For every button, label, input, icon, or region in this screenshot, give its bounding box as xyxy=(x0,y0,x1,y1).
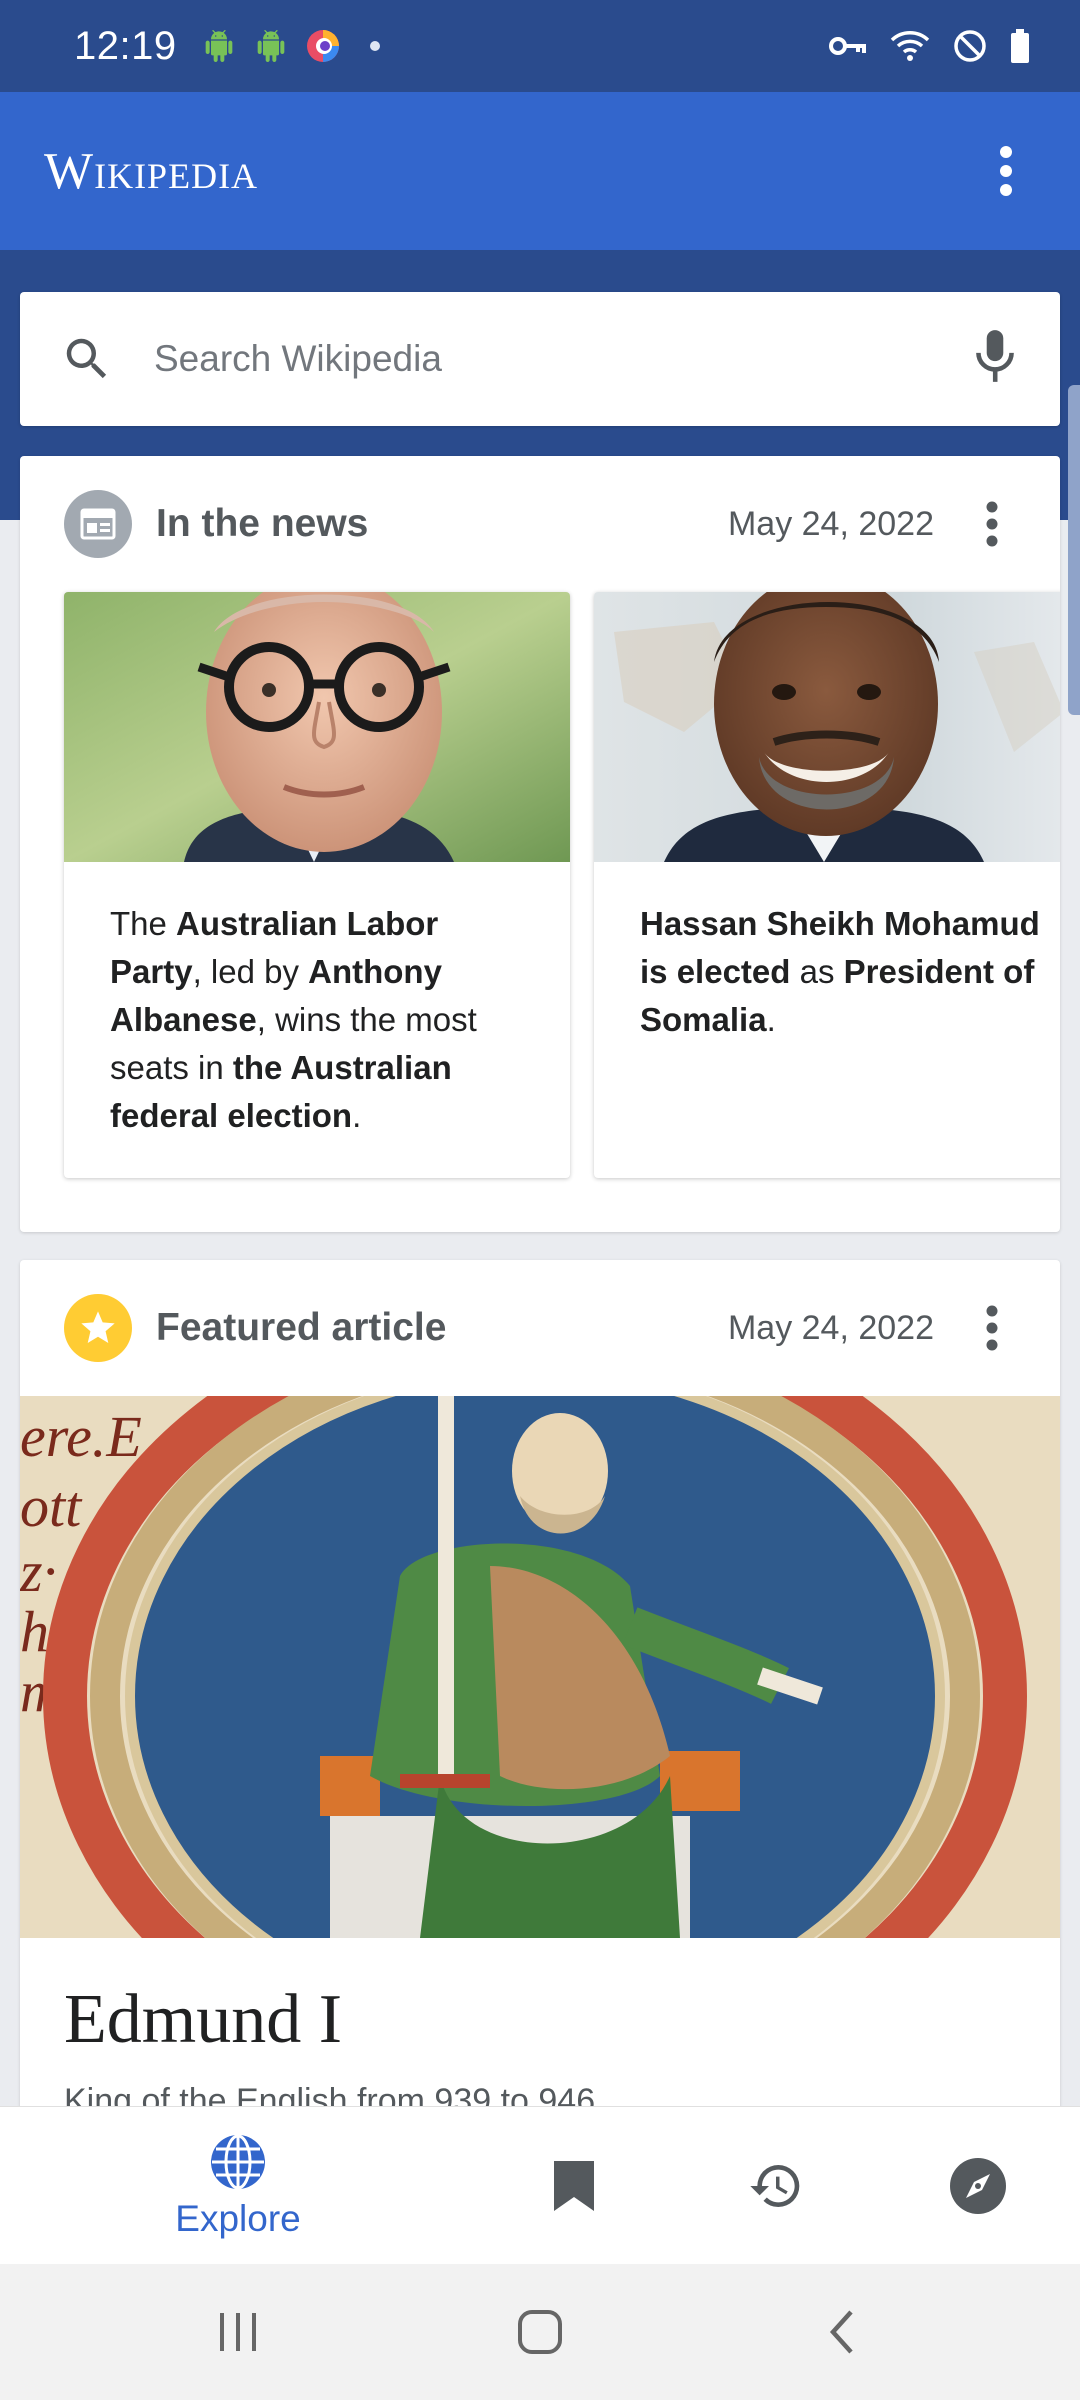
featured-card-title: Featured article xyxy=(156,1306,447,1349)
history-icon xyxy=(750,2165,800,2207)
overflow-menu-icon xyxy=(986,1305,998,1351)
wifi-icon xyxy=(888,28,932,64)
overflow-menu-button[interactable] xyxy=(976,141,1036,201)
android-icon xyxy=(201,28,237,64)
news-item-text[interactable]: Hassan Sheikh Mohamud is elected as Pres… xyxy=(594,862,1060,1082)
svg-text:h: h xyxy=(20,1599,49,1664)
firefox-focus-icon xyxy=(305,28,341,64)
recent-apps-icon xyxy=(220,2313,256,2351)
news-card: In the news May 24, 2022 The Australian … xyxy=(20,456,1060,1232)
news-card-date: May 24, 2022 xyxy=(727,504,934,543)
featured-card-menu-button[interactable] xyxy=(964,1300,1020,1356)
featured-card-header: Featured article May 24, 2022 xyxy=(20,1260,1060,1396)
nav-explore[interactable]: Explore xyxy=(150,2107,326,2265)
featured-card-date: May 24, 2022 xyxy=(727,1308,934,1347)
nav-explore-label: Explore xyxy=(175,2198,301,2239)
news-item-text[interactable]: The Australian Labor Party, led by Antho… xyxy=(64,862,570,1178)
news-text-segment: . xyxy=(766,1001,776,1038)
news-card-title: In the news xyxy=(156,502,369,545)
vpn-key-icon xyxy=(828,28,868,64)
search-icon xyxy=(66,338,107,379)
featured-article-image[interactable]: ere.E ott z· h m xyxy=(20,1396,1060,1938)
nav-saved[interactable] xyxy=(514,2107,634,2265)
status-time: 12:19 xyxy=(74,23,177,68)
news-photo-albanese[interactable] xyxy=(64,592,570,862)
news-carousel[interactable]: The Australian Labor Party, led by Antho… xyxy=(20,592,1060,1192)
featured-article-card[interactable]: Featured article May 24, 2022 ere.E ott … xyxy=(20,1260,1060,2120)
nav-history[interactable] xyxy=(716,2107,836,2265)
overflow-menu-icon xyxy=(986,501,998,547)
android-icon xyxy=(253,28,289,64)
search-bar[interactable]: Search Wikipedia xyxy=(20,292,1060,426)
dot-icon xyxy=(357,28,393,64)
bottom-navigation: Explore xyxy=(0,2106,1080,2264)
featured-article-title[interactable]: Edmund I xyxy=(20,1938,1060,2060)
system-navigation-bar xyxy=(0,2264,1080,2400)
bookmark-icon xyxy=(554,2161,594,2211)
voice-search-button[interactable] xyxy=(970,328,1020,391)
news-icon xyxy=(64,490,132,558)
news-item[interactable]: The Australian Labor Party, led by Antho… xyxy=(64,592,570,1178)
globe-icon xyxy=(211,2134,265,2190)
app-bar: Wikipedia xyxy=(0,92,1080,250)
system-status-icons xyxy=(828,28,1032,64)
news-card-menu-button[interactable] xyxy=(964,496,1020,552)
nav-nearby[interactable] xyxy=(918,2107,1038,2265)
news-photo-mohamud[interactable] xyxy=(594,592,1060,862)
status-bar: 12:19 xyxy=(0,0,1080,92)
scrollbar[interactable] xyxy=(1068,385,1080,715)
home-icon xyxy=(518,2310,562,2354)
svg-text:ere.E: ere.E xyxy=(20,1404,142,1469)
microphone-icon xyxy=(976,329,1014,382)
back-icon xyxy=(829,2310,853,2354)
news-text-segment: . xyxy=(352,1097,362,1134)
svg-text:ott: ott xyxy=(20,1474,83,1539)
compass-icon xyxy=(950,2158,1006,2214)
recent-apps-button[interactable] xyxy=(178,2264,298,2400)
news-item[interactable]: Hassan Sheikh Mohamud is elected as Pres… xyxy=(594,592,1060,1178)
wikipedia-logo: Wikipedia xyxy=(44,142,259,200)
overflow-menu-icon xyxy=(1000,146,1012,196)
battery-icon xyxy=(1008,28,1032,64)
search-input[interactable]: Search Wikipedia xyxy=(154,338,442,380)
news-text-segment: The xyxy=(110,905,177,942)
home-button[interactable] xyxy=(480,2264,600,2400)
notification-icons xyxy=(201,28,393,64)
news-text-segment: , led by xyxy=(192,953,309,990)
news-text-segment: as xyxy=(790,953,844,990)
do-not-disturb-icon xyxy=(952,28,988,64)
back-button[interactable] xyxy=(782,2264,902,2400)
svg-text:z·: z· xyxy=(20,1539,57,1604)
star-icon xyxy=(64,1294,132,1362)
news-card-header: In the news May 24, 2022 xyxy=(20,456,1060,592)
